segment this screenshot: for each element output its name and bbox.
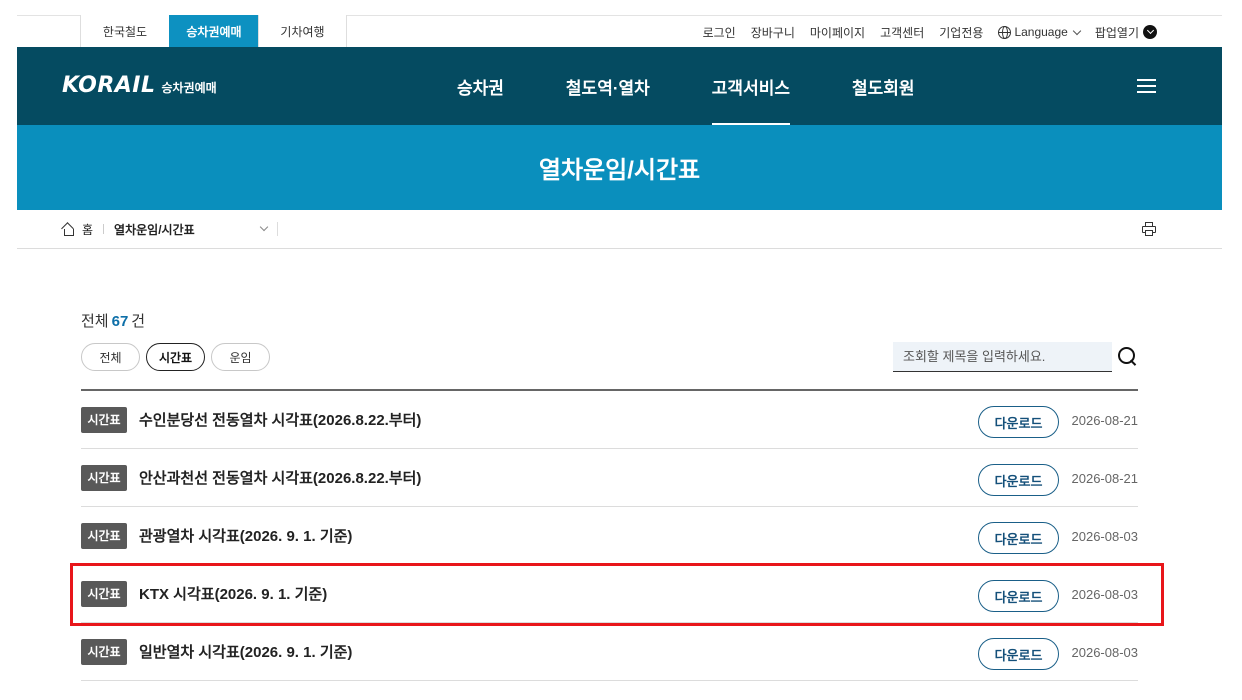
logo-text: KORAIL (62, 73, 156, 98)
chevron-down-icon[interactable] (259, 222, 268, 232)
chevron-down-circle-icon (1143, 25, 1157, 39)
nav-menu: 승차권 철도역·열차 고객서비스 철도회원 (457, 47, 977, 125)
search-icon[interactable] (1118, 347, 1138, 367)
item-date: 2026-08-03 (1071, 529, 1139, 544)
site-tabs: 한국철도 승차권예매 기차여행 (80, 15, 347, 48)
utility-bar: 한국철도 승차권예매 기차여행 로그인 장바구니 마이페이지 고객센터 기업전용… (17, 15, 1222, 48)
category-badge: 시간표 (81, 406, 127, 433)
download-button[interactable]: 다운로드 (978, 638, 1059, 670)
category-badge: 시간표 (81, 638, 127, 665)
page-banner: 열차운임/시간표 (17, 125, 1222, 210)
nav-item-customer-service[interactable]: 고객서비스 (711, 47, 791, 125)
category-filters: 전체 시간표 운임 (81, 343, 276, 371)
item-title[interactable]: 안산과천선 전동열차 시각표(2026.8.22.부터) (139, 467, 421, 488)
breadcrumb-items: 홈 열차운임/시간표 (62, 210, 278, 248)
list-item: 시간표 KTX 시각표(2026. 9. 1. 기준) 다운로드 2026-08… (81, 565, 1138, 623)
count-suffix: 건 (131, 313, 146, 330)
korail-logo[interactable]: KORAIL 승차권예매 (62, 73, 217, 98)
item-date: 2026-08-03 (1071, 645, 1139, 660)
corporate-link[interactable]: 기업전용 (939, 24, 983, 41)
tab-train-travel[interactable]: 기차여행 (258, 15, 347, 48)
item-date: 2026-08-03 (1071, 587, 1139, 602)
item-title[interactable]: KTX 시각표(2026. 9. 1. 기준) (139, 583, 327, 604)
breadcrumb-divider (276, 222, 278, 236)
nav-item-station-train[interactable]: 철도역·열차 (566, 47, 650, 125)
filter-fare[interactable]: 운임 (211, 343, 270, 371)
filter-timetable[interactable]: 시간표 (146, 343, 205, 371)
category-badge: 시간표 (81, 580, 127, 607)
filter-all[interactable]: 전체 (81, 343, 140, 371)
list-item: 시간표 안산과천선 전동열차 시각표(2026.8.22.부터) 다운로드 20… (81, 449, 1138, 507)
home-icon (62, 223, 74, 236)
download-button[interactable]: 다운로드 (978, 464, 1059, 496)
language-selector[interactable]: Language (998, 25, 1082, 39)
tab-ticket-booking[interactable]: 승차권예매 (169, 15, 258, 48)
list-item: 시간표 수인분당선 전동열차 시각표(2026.8.22.부터) 다운로드 20… (81, 391, 1138, 449)
popup-label: 팝업열기 (1094, 25, 1139, 40)
list-item: 시간표 일반열차 시각표(2026. 9. 1. 기준) 다운로드 2026-0… (81, 623, 1138, 681)
cart-link[interactable]: 장바구니 (751, 24, 795, 41)
nav-item-ticket[interactable]: 승차권 (457, 47, 504, 125)
category-badge: 시간표 (81, 464, 127, 491)
language-label: Language (1014, 25, 1068, 39)
utility-links: 로그인 장바구니 마이페이지 고객센터 기업전용 Language 팝업열기 (688, 16, 1157, 48)
download-button[interactable]: 다운로드 (978, 580, 1059, 612)
nav-item-membership[interactable]: 철도회원 (852, 47, 915, 125)
breadcrumb-home[interactable]: 홈 (82, 221, 93, 238)
item-date: 2026-08-21 (1071, 413, 1139, 428)
chevron-down-icon (1072, 26, 1082, 35)
count-value: 67 (111, 313, 129, 330)
breadcrumb: 홈 열차운임/시간표 (17, 210, 1222, 249)
globe-icon (998, 25, 1012, 39)
breadcrumb-divider (103, 224, 105, 234)
customer-center-link[interactable]: 고객센터 (880, 24, 924, 41)
popup-open-button[interactable]: 팝업열기 (1095, 24, 1157, 41)
tab-korail[interactable]: 한국철도 (80, 15, 169, 48)
item-title[interactable]: 수인분당선 전동열차 시각표(2026.8.22.부터) (139, 409, 421, 430)
login-link[interactable]: 로그인 (703, 24, 736, 41)
count-prefix: 전체 (81, 313, 109, 330)
mypage-link[interactable]: 마이페이지 (810, 24, 865, 41)
list-item: 시간표 관광열차 시각표(2026. 9. 1. 기준) 다운로드 2026-0… (81, 507, 1138, 565)
item-title[interactable]: 관광열차 시각표(2026. 9. 1. 기준) (139, 525, 352, 546)
logo-subtitle: 승차권예매 (161, 81, 217, 95)
breadcrumb-current[interactable]: 열차운임/시간표 (114, 221, 195, 238)
item-title[interactable]: 일반열차 시각표(2026. 9. 1. 기준) (139, 641, 352, 662)
category-badge: 시간표 (81, 522, 127, 549)
download-button[interactable]: 다운로드 (978, 406, 1059, 438)
page-title: 열차운임/시간표 (538, 157, 701, 184)
timetable-list: 시간표 수인분당선 전동열차 시각표(2026.8.22.부터) 다운로드 20… (81, 389, 1138, 681)
hamburger-menu-icon[interactable] (1137, 79, 1156, 93)
main-navbar: KORAIL 승차권예매 승차권 철도역·열차 고객서비스 철도회원 (17, 47, 1222, 125)
print-icon[interactable] (1142, 222, 1156, 236)
item-date: 2026-08-21 (1071, 471, 1139, 486)
total-count: 전체 67 건 (81, 310, 145, 331)
download-button[interactable]: 다운로드 (978, 522, 1059, 554)
search-input[interactable] (893, 342, 1112, 372)
